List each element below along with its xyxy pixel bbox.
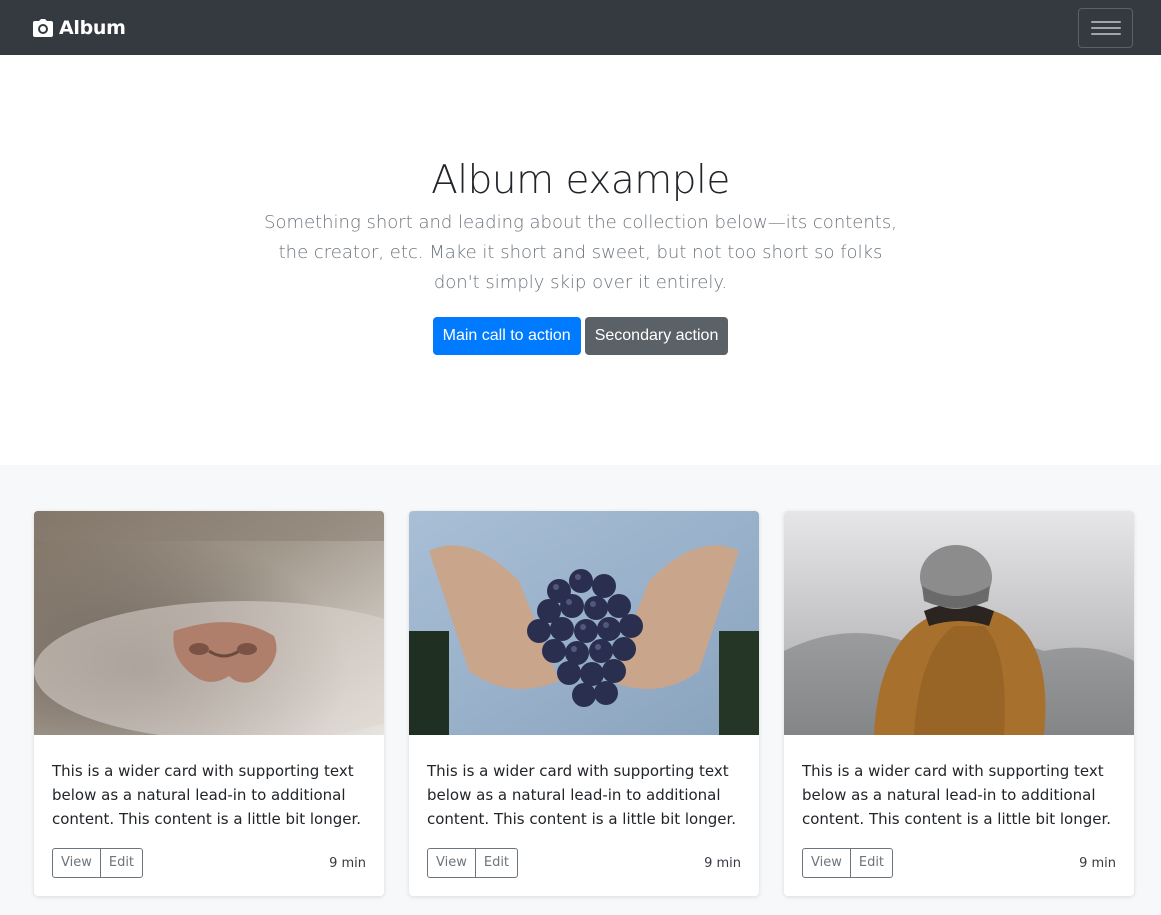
- jumbotron: Album example Something short and leadin…: [0, 55, 1161, 465]
- card-button-group: View Edit: [427, 848, 519, 878]
- navbar-toggler-button[interactable]: [1078, 7, 1133, 48]
- view-button[interactable]: View: [802, 848, 851, 878]
- album-card: This is a wider card with supporting tex…: [784, 511, 1134, 896]
- card-footer: View Edit 9 min: [427, 848, 741, 878]
- navbar: Album: [0, 0, 1161, 55]
- card-text: This is a wider card with supporting tex…: [52, 762, 362, 828]
- secondary-action-button[interactable]: Secondary action: [584, 317, 729, 355]
- view-button[interactable]: View: [52, 848, 101, 878]
- hero-actions: Main call to action Secondary action: [0, 317, 1161, 355]
- hamburger-bar: [1090, 26, 1121, 29]
- brand-text: Album: [59, 16, 126, 39]
- card-button-group: View Edit: [802, 848, 894, 878]
- album-section: This is a wider card with supporting tex…: [0, 465, 1161, 915]
- page-title: Album example: [431, 158, 730, 203]
- card-button-group: View Edit: [52, 848, 144, 878]
- card-text: This is a wider card with supporting tex…: [427, 762, 737, 828]
- main-call-to-action-button[interactable]: Main call to action: [432, 317, 581, 355]
- grapes-image: [409, 511, 759, 735]
- card-text: This is a wider card with supporting tex…: [802, 762, 1112, 828]
- album-card: This is a wider card with supporting tex…: [409, 511, 759, 896]
- hamburger-bar: [1090, 32, 1121, 35]
- time-label: 9 min: [704, 855, 741, 871]
- time-label: 9 min: [329, 855, 366, 871]
- cat-nose-image: [34, 511, 384, 735]
- edit-button[interactable]: Edit: [475, 848, 519, 878]
- album-card: This is a wider card with supporting tex…: [34, 511, 384, 896]
- hamburger-menu-icon: [1090, 20, 1121, 23]
- brand-link[interactable]: Album: [33, 17, 126, 39]
- view-button[interactable]: View: [427, 848, 476, 878]
- edit-button[interactable]: Edit: [100, 848, 144, 878]
- edit-button[interactable]: Edit: [850, 848, 894, 878]
- lead-text: Something short and leading about the co…: [264, 212, 897, 293]
- camera-icon: [33, 18, 53, 37]
- person-image: [784, 511, 1134, 735]
- card-footer: View Edit 9 min: [802, 848, 1116, 878]
- time-label: 9 min: [1079, 855, 1116, 871]
- card-footer: View Edit 9 min: [52, 848, 366, 878]
